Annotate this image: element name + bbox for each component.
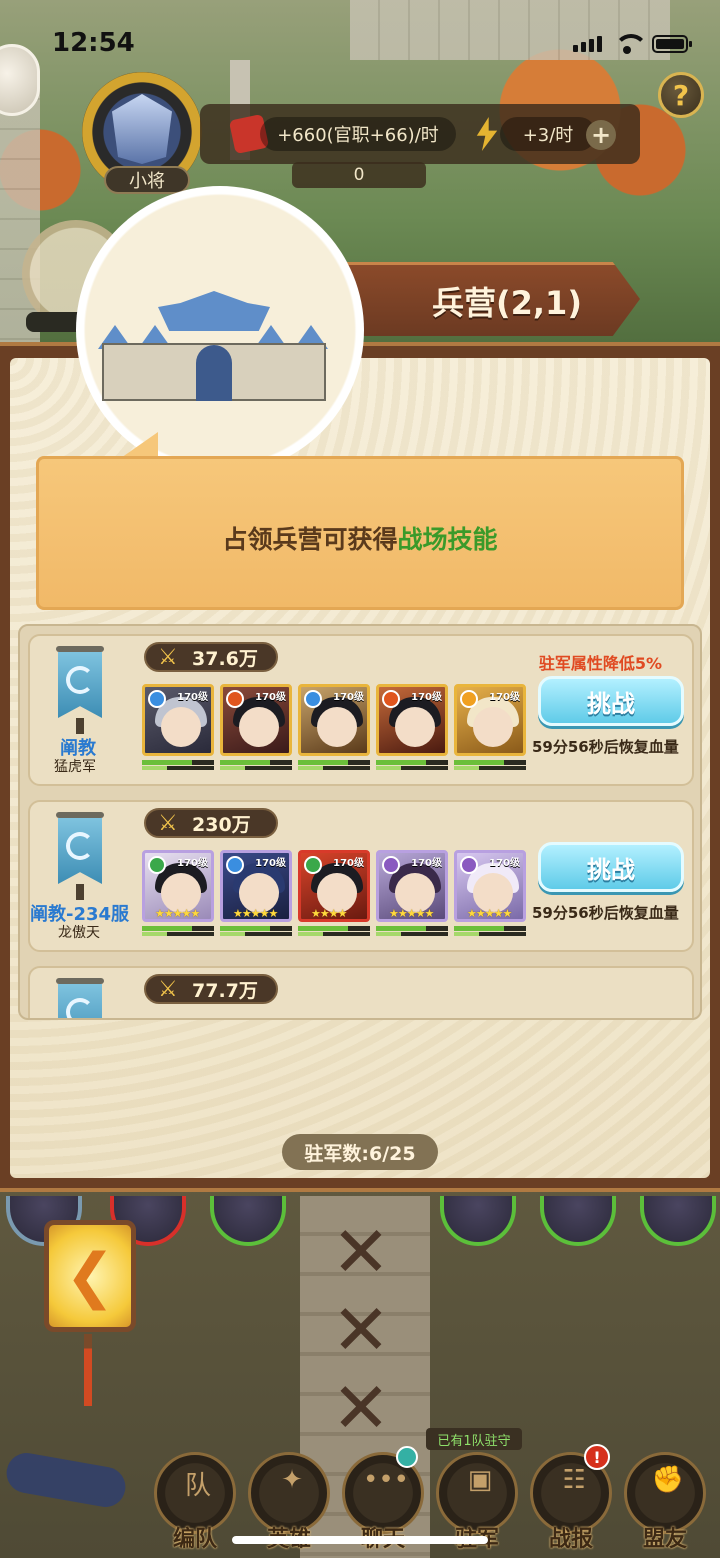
team-icon: 队 [184,1471,211,1501]
back-button-tassel [84,1334,92,1406]
back-arrow-icon: ❮ [64,1241,116,1311]
barracks-building-icon [96,285,332,405]
resource-income: +660(官职+66)/时 [260,117,456,151]
swords-icon: ⚔ [158,811,178,836]
dark-icon [460,856,478,874]
power-badge: ⚔ 230万 [144,808,278,838]
hero-card[interactable]: 170级 [376,684,448,770]
hero-card[interactable]: 170级 ★★★★★ [142,850,214,936]
water-icon [226,856,244,874]
ally-icon: ✊ [651,1465,685,1495]
chat-notification-dot [396,1446,418,1468]
add-button[interactable]: + [586,120,616,150]
spike-barrier-icon: ✕ [331,1289,391,1371]
nav-label: 战报 [548,1527,593,1552]
recover-timer: 59分56秒后恢复血量 [532,904,679,922]
commander-name: 龙傲天 [58,925,100,941]
faction-banner-icon [52,646,108,734]
spike-barrier-icon: ✕ [331,1367,391,1449]
status-bar: 12:54 [0,0,720,88]
challenge-button[interactable]: 挑战 [538,842,684,892]
ally-turret[interactable] [210,1196,286,1246]
nav-garrison[interactable]: ▣ 驻军 [436,1452,518,1552]
secondary-resource: 0 [292,162,426,188]
energy-income: +3/时 [500,117,596,151]
hero-lineup: 170级 170级 170级 170级 170级 [142,684,526,770]
lightning-icon [476,117,498,151]
report-alert-badge: ! [584,1444,610,1470]
hero-card[interactable]: 170级 ★★★★★ [376,850,448,936]
back-button[interactable]: ❮ [44,1220,136,1332]
water-icon [148,690,166,708]
spike-barrier-icon: ✕ [331,1211,391,1293]
hero-icon: ✦ [281,1465,303,1495]
swords-icon: ⚔ [158,645,178,670]
ally-turret[interactable] [640,1196,716,1246]
rank-label: 小将 [104,166,190,194]
fire-icon [382,690,400,708]
nav-label: 盟友 [642,1527,687,1552]
hero-card[interactable]: 170级 [454,684,526,770]
faction-banner-icon [52,978,108,1018]
fire-icon [226,690,244,708]
hero-card[interactable]: 170级 [298,684,370,770]
chat-icon: ••• [362,1465,409,1495]
wood-icon [304,856,322,874]
wifi-icon [614,34,648,54]
nav-label: 编队 [172,1527,217,1552]
light-icon [460,690,478,708]
hero-card[interactable]: 170级 ★★★★★ [220,850,292,936]
list-item: 阐教-234服 龙傲天 ⚔ 230万 170级 ★★★★★ 170级 ★★★★★… [28,800,694,952]
help-button[interactable]: ? [658,72,704,118]
garrison-list[interactable]: 阐教 猛虎军 ⚔ 37.6万 驻军属性降低5% 170级 170级 170级 1… [18,624,702,1020]
faction-banner-icon [52,812,108,900]
nav-ally[interactable]: ✊ 盟友 [624,1452,706,1552]
ally-turret[interactable] [440,1196,516,1246]
wood-icon [148,856,166,874]
challenge-button[interactable]: 挑战 [538,676,684,726]
swords-icon: ⚔ [158,977,178,1002]
status-time: 12:54 [52,28,135,58]
garrison-icon: ▣ [467,1465,493,1495]
info-text: 占领兵营可获得战场技能 [222,525,498,554]
list-item: ⚔ 77.7万 [28,966,694,1018]
power-badge: ⚔ 37.6万 [144,642,278,672]
signal-icon [573,36,602,52]
recover-timer: 59分56秒后恢复血量 [532,738,679,756]
ally-turret[interactable] [540,1196,616,1246]
resource-bar: +660(官职+66)/时 +3/时 + [200,104,640,164]
fallen-soldier [3,1449,129,1511]
hero-card[interactable]: 170级 [220,684,292,770]
nav-team[interactable]: 队 编队 [154,1452,236,1552]
info-highlight: 战场技能 [397,525,498,554]
power-badge: ⚔ 77.7万 [144,974,278,1004]
nav-hero[interactable]: ✦ 英雄 [248,1452,330,1552]
hero-lineup: 170级 ★★★★★ 170级 ★★★★★ 170级 ★★★★ 170级 ★★★… [142,850,526,936]
home-indicator[interactable] [232,1536,488,1544]
battery-icon [652,35,692,53]
hero-card[interactable]: 170级 ★★★★ [298,850,370,936]
garrison-count: 驻军数:6/25 [282,1134,438,1170]
dark-icon [382,856,400,874]
hero-card[interactable]: 170级 ★★★★★ [454,850,526,936]
water-icon [304,690,322,708]
debuff-text: 驻军属性降低5% [538,654,662,673]
commander-name: 猛虎军 [54,759,96,775]
list-item: 阐教 猛虎军 ⚔ 37.6万 驻军属性降低5% 170级 170级 170级 1… [28,634,694,786]
avatar-bubble[interactable] [0,44,40,116]
crest-icon [112,94,172,164]
building-title: 兵营(2,1) [432,284,582,322]
hero-card[interactable]: 170级 [142,684,214,770]
report-icon: ☷ [562,1465,586,1495]
